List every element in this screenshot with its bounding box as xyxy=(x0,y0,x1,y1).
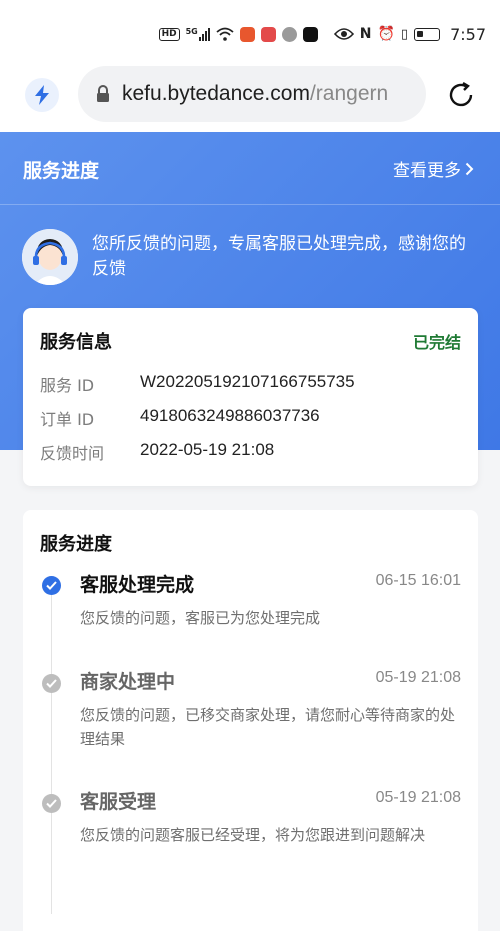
step-description: 您反馈的问题，已移交商家处理，请您耐心等待商家的处理结果 xyxy=(80,706,456,748)
view-more-link[interactable]: 查看更多 xyxy=(393,156,474,181)
check-circle-icon xyxy=(42,794,61,813)
clock: 7:57 xyxy=(450,24,486,44)
progress-title: 服务进度 xyxy=(40,534,112,555)
app-icon-1 xyxy=(239,26,255,42)
info-label: 订单 ID xyxy=(40,410,95,429)
agent-message: 您所反馈的问题，专属客服已处理完成，感谢您的反馈 xyxy=(92,234,466,279)
step-description: 您反馈的问题，客服已为您处理完成 xyxy=(80,609,321,627)
battery-icon xyxy=(414,27,441,41)
step-time: 05-19 21:08 xyxy=(375,669,461,686)
avatar xyxy=(22,229,78,285)
reload-icon xyxy=(449,81,473,107)
chevron-right-icon xyxy=(465,162,474,175)
url-field[interactable]: kefu.bytedance.com/rangern xyxy=(78,66,426,122)
alarm-icon: ⏰ xyxy=(377,26,395,42)
app-icon-2 xyxy=(260,26,276,42)
info-value: 2022-05-19 21:08 xyxy=(140,440,275,459)
app-icon-3 xyxy=(281,26,297,42)
step-title: 客服受理 xyxy=(80,791,157,813)
step-title: 客服处理完成 xyxy=(80,574,195,596)
status-icons: HD 5G N ⏰ ▯ 7:57 xyxy=(158,22,486,46)
step-time: 06-15 16:01 xyxy=(375,572,461,589)
avatar-agent-icon xyxy=(22,229,78,285)
info-row-feedback-time: 反馈时间 2022-05-19 21:08 xyxy=(40,440,274,464)
signal-icon: 5G xyxy=(186,27,210,41)
page-title: 服务进度 xyxy=(23,160,100,182)
bolt-icon xyxy=(35,85,49,105)
step-title: 商家处理中 xyxy=(80,671,176,693)
hd-indicator: HD xyxy=(158,27,180,41)
info-row-order-id: 订单 ID 4918063249886037736 xyxy=(40,406,320,430)
service-info-title: 服务信息 xyxy=(40,332,112,353)
nfc-icon: N xyxy=(359,26,372,42)
header-divider xyxy=(0,204,500,205)
view-more-label: 查看更多 xyxy=(393,161,461,181)
service-info-card: 服务信息 已完结 服务 ID W20220519210716675573​5 订… xyxy=(23,308,478,486)
network-type: 5G xyxy=(185,27,198,36)
url-host: kefu.bytedance.com xyxy=(122,82,310,105)
lock-icon xyxy=(96,85,110,103)
status-badge: 已完结 xyxy=(412,333,461,352)
timeline-line xyxy=(51,594,52,914)
wifi-icon xyxy=(216,27,234,41)
check-circle-icon xyxy=(42,674,61,693)
service-progress-card: 服务进度 客服处理完成 06-15 16:01 您反馈的问题，客服已为您处理完成… xyxy=(23,510,478,931)
reload-button[interactable] xyxy=(444,78,478,112)
browser-address-bar: kefu.bytedance.com/rangern xyxy=(0,66,500,132)
eye-icon xyxy=(333,28,354,40)
bolt-button[interactable] xyxy=(25,78,59,112)
info-value: W20220519210716675573​5 xyxy=(140,372,355,391)
tiktok-icon xyxy=(302,26,318,42)
check-circle-icon xyxy=(42,576,61,595)
url-text: kefu.bytedance.com/rangern xyxy=(122,82,388,106)
vibrate-icon: ▯ xyxy=(400,26,409,42)
info-label: 反馈时间 xyxy=(40,444,105,463)
step-time: 05-19 21:08 xyxy=(375,789,461,806)
info-value: 4918063249886037736 xyxy=(140,406,320,425)
info-row-service-id: 服务 ID W20220519210716675573​5 xyxy=(40,372,355,396)
info-label: 服务 ID xyxy=(40,376,95,395)
step-description: 您反馈的问题客服已经受理，将为您跟进到问题解决 xyxy=(80,826,426,844)
url-path: /rangern xyxy=(309,82,389,105)
status-bar: HD 5G N ⏰ ▯ 7:57 xyxy=(0,0,500,66)
